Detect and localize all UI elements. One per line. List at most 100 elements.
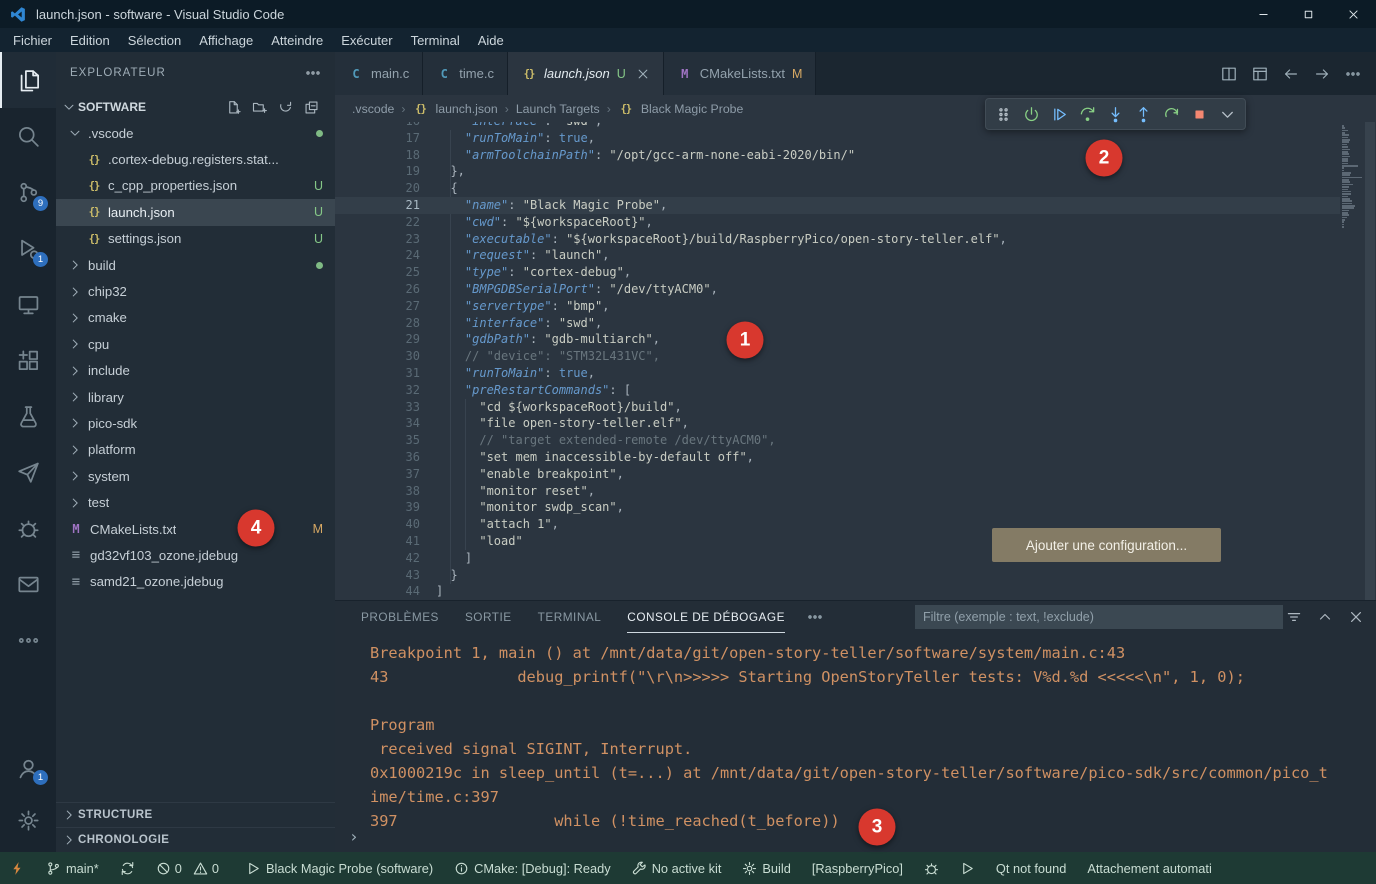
code-line-21[interactable]: 21 "name": "Black Magic Probe",: [335, 197, 1340, 214]
activity-item-search[interactable]: [0, 108, 56, 164]
status-cmake-status[interactable]: CMake: [Debug]: Ready: [454, 861, 611, 876]
debug-filter-input[interactable]: [915, 605, 1283, 629]
status-active-kit[interactable]: No active kit: [632, 861, 722, 876]
code-line-22[interactable]: 22 "cwd": "${workspaceRoot}",: [335, 214, 1340, 231]
code-line-18[interactable]: 18 "armToolchainPath": "/opt/gcc-arm-non…: [335, 147, 1340, 164]
tree-item-cmakelists-txt[interactable]: MCMakeLists.txtM: [56, 516, 335, 542]
more-icon[interactable]: [807, 609, 823, 625]
new-folder-icon[interactable]: [252, 100, 267, 115]
code-line-23[interactable]: 23 "executable": "${workspaceRoot}/build…: [335, 231, 1340, 248]
code-line-34[interactable]: 34 "file open-story-teller.elf",: [335, 415, 1340, 432]
panel-tab-sortie[interactable]: SORTIE: [465, 601, 512, 633]
code-line-26[interactable]: 26 "BMPGDBSerialPort": "/dev/ttyACM0",: [335, 281, 1340, 298]
restart-button[interactable]: [1159, 102, 1184, 127]
close-icon[interactable]: [636, 67, 650, 81]
chevron-up-icon[interactable]: [1317, 609, 1333, 625]
split-editor-icon[interactable]: [1221, 66, 1237, 82]
tree-item-cortex-debug-registers-stat[interactable]: {}.cortex-debug.registers.stat...: [56, 146, 335, 172]
code-line-44[interactable]: 44]: [335, 583, 1340, 600]
status-debug-config[interactable]: Black Magic Probe (software): [246, 861, 433, 876]
status-cmake-debug[interactable]: [924, 861, 939, 876]
code-line-27[interactable]: 27 "servertype": "bmp",: [335, 298, 1340, 315]
menu-edition[interactable]: Edition: [61, 31, 119, 50]
code-line-33[interactable]: 33 "cd ${workspaceRoot}/build",: [335, 399, 1340, 416]
activity-item-extensions[interactable]: [0, 332, 56, 388]
section-structure[interactable]: STRUCTURE: [56, 802, 335, 827]
tree-item-test[interactable]: test: [56, 489, 335, 515]
step-over-button[interactable]: [1075, 102, 1100, 127]
continue-button[interactable]: [1047, 102, 1072, 127]
code-line-19[interactable]: 19 },: [335, 163, 1340, 180]
tab-time-c[interactable]: Ctime.c: [423, 52, 508, 95]
status-problems[interactable]: 00: [156, 861, 225, 876]
stop-button[interactable]: [1187, 102, 1212, 127]
code-line-35[interactable]: 35 // "target extended-remote /dev/ttyAC…: [335, 432, 1340, 449]
code-line-29[interactable]: 29 "gdbPath": "gdb-multiarch",: [335, 331, 1340, 348]
tree-item-cmake[interactable]: cmake: [56, 305, 335, 331]
code-line-25[interactable]: 25 "type": "cortex-debug",: [335, 264, 1340, 281]
code-line-32[interactable]: 32 "preRestartCommands": [: [335, 382, 1340, 399]
tree-item-platform[interactable]: platform: [56, 437, 335, 463]
tree-item-cpu[interactable]: cpu: [56, 331, 335, 357]
status-build[interactable]: Build: [742, 861, 790, 876]
menu-terminal[interactable]: Terminal: [402, 31, 469, 50]
tree-item-vscode[interactable]: .vscode: [56, 120, 335, 146]
code-line-39[interactable]: 39 "monitor swdp_scan",: [335, 499, 1340, 516]
layout-icon[interactable]: [1252, 66, 1268, 82]
breadcrumb-item-vscode[interactable]: .vscode: [352, 102, 394, 116]
activity-item-run-debug[interactable]: 1: [0, 220, 56, 276]
menu-aide[interactable]: Aide: [469, 31, 513, 50]
more-button[interactable]: [1215, 102, 1240, 127]
arrow-right-icon[interactable]: [1314, 66, 1330, 82]
activity-item-settings[interactable]: [0, 794, 56, 846]
breadcrumb-item-black-magic-probe[interactable]: Black Magic Probe: [641, 102, 744, 116]
more-h-icon[interactable]: [1345, 66, 1361, 82]
code-line-38[interactable]: 38 "monitor reset",: [335, 483, 1340, 500]
arrow-left-icon[interactable]: [1283, 66, 1299, 82]
activity-item-source-control[interactable]: 9: [0, 164, 56, 220]
filter-lines-icon[interactable]: [1286, 609, 1302, 625]
activity-item-explorer[interactable]: [0, 52, 56, 108]
section-chronologie[interactable]: CHRONOLOGIE: [56, 827, 335, 852]
tree-item-samd21-ozone-jdebug[interactable]: ≡samd21_ozone.jdebug: [56, 569, 335, 595]
menu-s-lection[interactable]: Sélection: [119, 31, 190, 50]
activity-item-more-views[interactable]: [0, 612, 56, 668]
tree-item-c-cpp-properties-json[interactable]: {}c_cpp_properties.jsonU: [56, 173, 335, 199]
code-line-17[interactable]: 17 "runToMain": true,: [335, 130, 1340, 147]
maximize-button[interactable]: [1286, 0, 1331, 28]
status-remote-indicator[interactable]: [10, 861, 25, 876]
code-line-37[interactable]: 37 "enable breakpoint",: [335, 466, 1340, 483]
step-out-button[interactable]: [1131, 102, 1156, 127]
code-line-30[interactable]: 30 // "device": "STM32L431VC",: [335, 348, 1340, 365]
status-build-target[interactable]: [RaspberryPico]: [812, 861, 903, 876]
menu-affichage[interactable]: Affichage: [190, 31, 262, 50]
menu-atteindre[interactable]: Atteindre: [262, 31, 332, 50]
step-into-button[interactable]: [1103, 102, 1128, 127]
status-qt-status[interactable]: Qt not found: [996, 861, 1066, 876]
section-header-software[interactable]: SOFTWARE: [56, 94, 335, 120]
new-file-icon[interactable]: [226, 100, 241, 115]
tree-item-launch-json[interactable]: {}launch.jsonU: [56, 199, 335, 225]
debug-console-prompt[interactable]: ›: [349, 827, 359, 846]
code-line-24[interactable]: 24 "request": "launch",: [335, 247, 1340, 264]
tree-item-pico-sdk[interactable]: pico-sdk: [56, 410, 335, 436]
drag-button[interactable]: [991, 102, 1016, 127]
tree-item-library[interactable]: library: [56, 384, 335, 410]
minimap[interactable]: [1340, 122, 1364, 600]
panel-tab-terminal[interactable]: TERMINAL: [538, 601, 602, 633]
code-line-36[interactable]: 36 "set mem inaccessible-by-default off"…: [335, 449, 1340, 466]
more-icon[interactable]: [305, 65, 321, 81]
minimize-button[interactable]: [1241, 0, 1286, 28]
power-button[interactable]: [1019, 102, 1044, 127]
close-icon[interactable]: [1348, 609, 1364, 625]
tab-launch-json[interactable]: {}launch.jsonU: [508, 52, 664, 95]
tree-item-settings-json[interactable]: {}settings.jsonU: [56, 226, 335, 252]
code-line-43[interactable]: 43 }: [335, 567, 1340, 584]
tab-cmakelists-txt[interactable]: MCMakeLists.txtM: [664, 52, 817, 95]
code-line-28[interactable]: 28 "interface": "swd",: [335, 315, 1340, 332]
panel-tab-probl-mes[interactable]: PROBLÈMES: [361, 601, 439, 633]
activity-item-live-share[interactable]: [0, 444, 56, 500]
activity-item-accounts[interactable]: 1: [0, 742, 56, 794]
tree-item-build[interactable]: build: [56, 252, 335, 278]
activity-item-testing[interactable]: [0, 388, 56, 444]
